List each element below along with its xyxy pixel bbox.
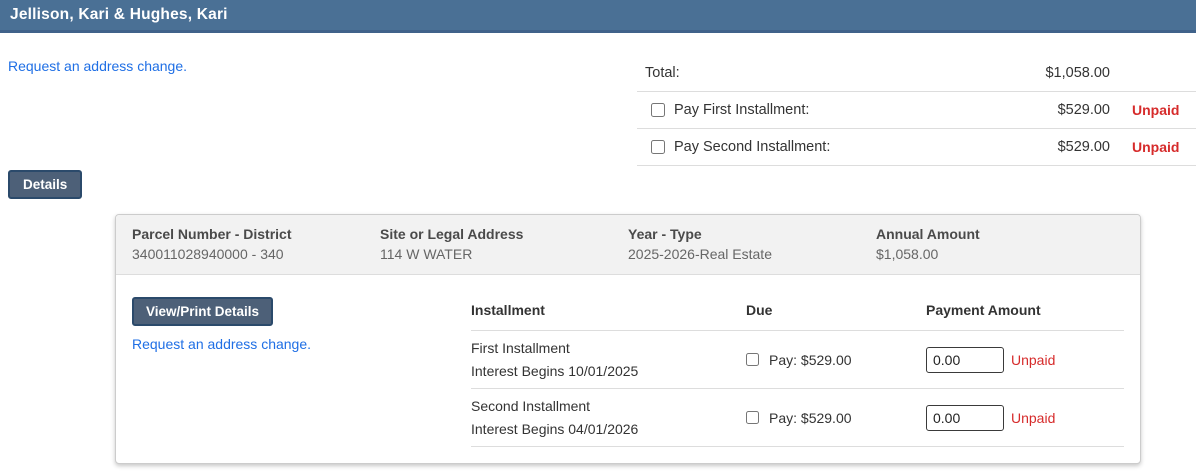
second-installment-due-amount: Pay: $529.00: [769, 409, 852, 426]
year-type-column: Year - Type 2025-2026-Real Estate: [628, 226, 876, 262]
year-type-label: Year - Type: [628, 226, 702, 242]
view-print-details-button[interactable]: View/Print Details: [132, 297, 274, 326]
panel-address-change-link[interactable]: Request an address change.: [132, 336, 311, 352]
second-installment-row-status: Unpaid: [1011, 409, 1056, 426]
second-installment-table-row: Second Installment Interest Begins 04/01…: [471, 389, 1124, 447]
installment-column-header: Installment: [471, 301, 545, 318]
top-left-area: Request an address change.: [8, 58, 187, 76]
first-installment-name: First Installment: [471, 339, 570, 356]
panel-body: View/Print Details Request an address ch…: [116, 275, 1140, 463]
page-header-bar: Jellison, Kari & Hughes, Kari: [0, 0, 1196, 33]
annual-amount-column: Annual Amount $1,058.00: [876, 226, 1124, 262]
second-installment-payment-input[interactable]: [926, 404, 1004, 431]
first-installment-amount: $529.00: [1057, 102, 1110, 118]
first-installment-status-badge: Unpaid: [1132, 102, 1180, 118]
top-section: Request an address change. Total: $1,058…: [0, 33, 1196, 166]
pay-second-installment-checkbox[interactable]: [651, 140, 665, 154]
first-installment-table-row: First Installment Interest Begins 10/01/…: [471, 331, 1124, 389]
installment-table: Installment Due Payment Amount First Ins…: [471, 289, 1124, 447]
panel-actions-column: View/Print Details Request an address ch…: [132, 289, 471, 447]
total-label: Total:: [645, 65, 680, 81]
first-installment-row-status: Unpaid: [1011, 351, 1056, 368]
second-installment-status-badge: Unpaid: [1132, 139, 1180, 155]
site-address-label: Site or Legal Address: [380, 226, 524, 242]
total-amount: $1,058.00: [1045, 65, 1110, 81]
year-type-value: 2025-2026-Real Estate: [628, 246, 772, 262]
details-tab-button[interactable]: Details: [8, 170, 83, 199]
parcel-number-column: Parcel Number - District 340011028940000…: [132, 226, 380, 262]
summary-first-installment-row: Pay First Installment: $529.00 Unpaid: [637, 92, 1196, 129]
first-installment-payment-input[interactable]: [926, 346, 1004, 373]
summary-second-installment-row: Pay Second Installment: $529.00 Unpaid: [637, 129, 1196, 166]
first-installment-label: Pay First Installment:: [674, 102, 810, 118]
due-column-header: Due: [746, 301, 773, 318]
second-installment-name: Second Installment: [471, 397, 591, 414]
parcel-number-label: Parcel Number - District: [132, 226, 292, 242]
second-installment-interest-note: Interest Begins 04/01/2026: [471, 420, 639, 437]
parcel-number-value: 340011028940000 - 340: [132, 246, 284, 262]
page-title: Jellison, Kari & Hughes, Kari: [10, 6, 228, 23]
second-installment-label: Pay Second Installment:: [674, 139, 831, 155]
site-address-column: Site or Legal Address 114 W WATER: [380, 226, 628, 262]
annual-amount-label: Annual Amount: [876, 226, 980, 242]
parcel-details-panel: Parcel Number - District 340011028940000…: [115, 214, 1141, 464]
second-installment-amount: $529.00: [1057, 139, 1110, 155]
first-installment-due-amount: Pay: $529.00: [769, 351, 852, 368]
installment-table-header: Installment Due Payment Amount: [471, 289, 1124, 331]
payment-amount-column-header: Payment Amount: [926, 301, 1041, 318]
site-address-value: 114 W WATER: [380, 246, 473, 262]
first-installment-interest-note: Interest Begins 10/01/2025: [471, 362, 639, 379]
address-change-link[interactable]: Request an address change.: [8, 58, 187, 74]
first-installment-pay-checkbox[interactable]: [746, 353, 759, 366]
parcel-summary-header: Parcel Number - District 340011028940000…: [116, 215, 1140, 275]
pay-first-installment-checkbox[interactable]: [651, 103, 665, 117]
payment-summary-table: Total: $1,058.00 Pay First Installment: …: [637, 55, 1196, 166]
summary-total-row: Total: $1,058.00: [637, 55, 1196, 92]
annual-amount-value: $1,058.00: [876, 246, 939, 262]
second-installment-pay-checkbox[interactable]: [746, 411, 759, 424]
